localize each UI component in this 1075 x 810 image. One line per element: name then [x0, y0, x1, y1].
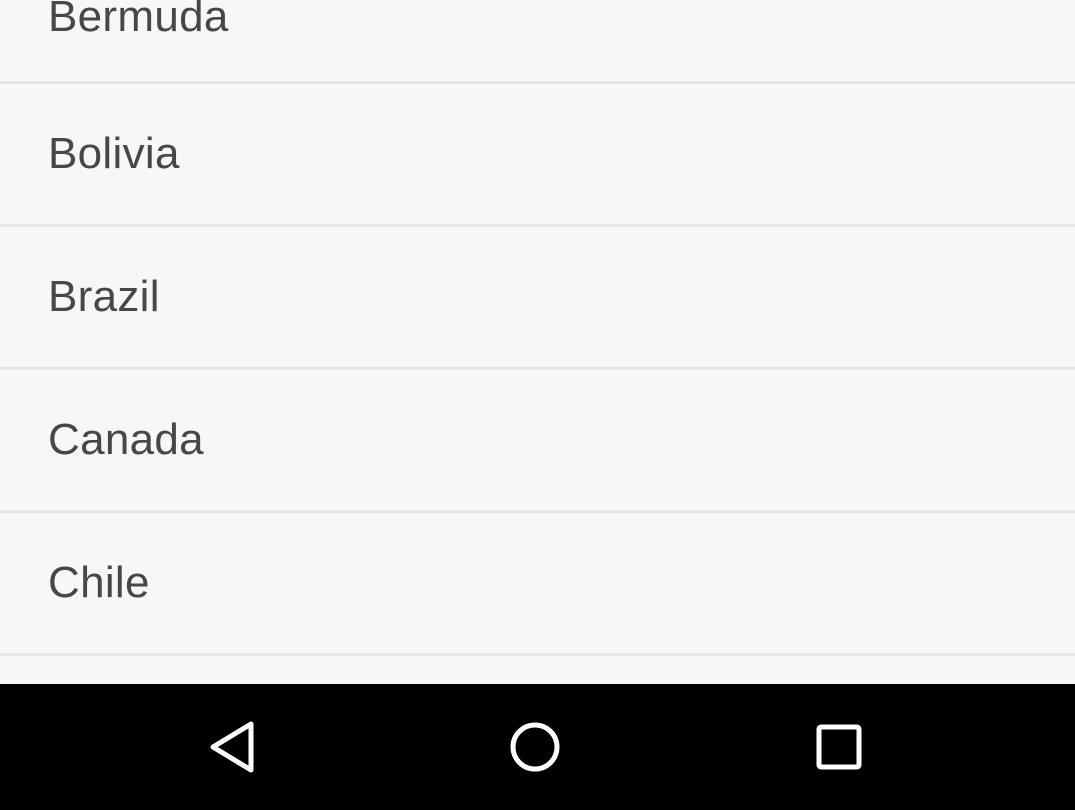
- list-item-label: Chile: [48, 558, 150, 607]
- home-circle-icon: [508, 720, 562, 774]
- back-button[interactable]: [172, 684, 292, 810]
- list-item-label: Bermuda: [48, 0, 229, 41]
- back-triangle-icon: [207, 720, 257, 774]
- list-item-label: Brazil: [48, 272, 160, 321]
- list-item-label: Bolivia: [48, 129, 180, 178]
- list-item[interactable]: Bolivia: [0, 84, 1075, 227]
- list-item[interactable]: [0, 656, 1075, 684]
- recents-button[interactable]: [779, 684, 899, 810]
- list-item[interactable]: Canada: [0, 370, 1075, 513]
- list-item[interactable]: Bermuda: [0, 0, 1075, 84]
- recents-square-icon: [814, 722, 864, 772]
- screen: Bermuda Bolivia Brazil Canada Chile: [0, 0, 1075, 810]
- home-button[interactable]: [475, 684, 595, 810]
- list-item[interactable]: Chile: [0, 513, 1075, 656]
- list-item-label: Canada: [48, 415, 204, 464]
- list-item[interactable]: Brazil: [0, 227, 1075, 370]
- country-list[interactable]: Bermuda Bolivia Brazil Canada Chile: [0, 0, 1075, 684]
- navigation-bar: [0, 684, 1075, 810]
